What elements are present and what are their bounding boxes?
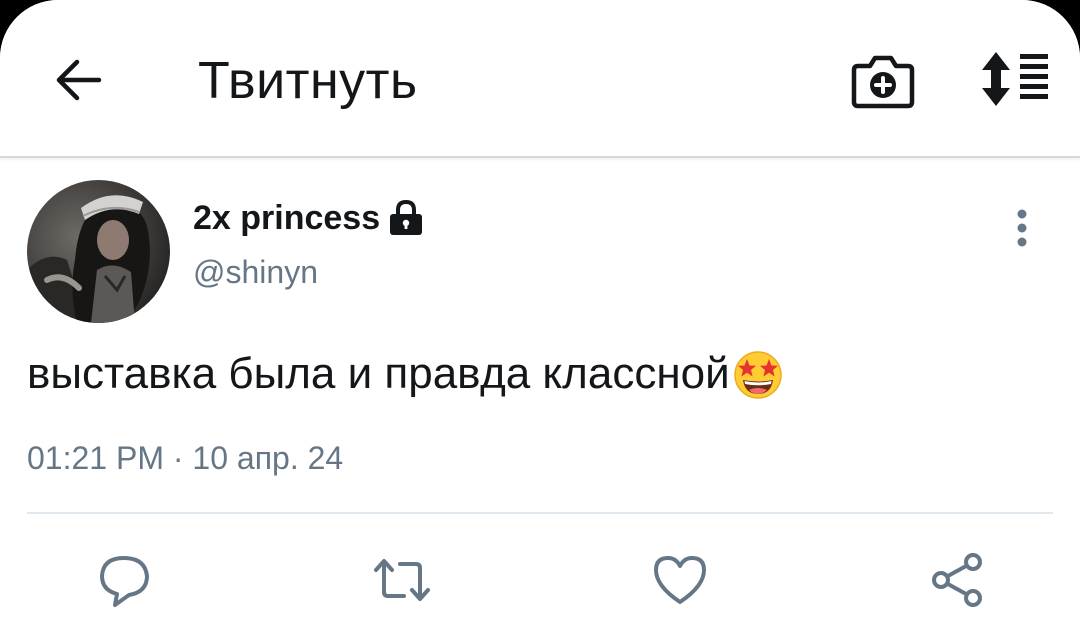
user-handle[interactable]: @shinyn [193,254,318,291]
camera-button[interactable] [850,50,916,112]
share-icon [932,553,982,607]
tweet-time: 01:21 PM [27,440,164,476]
arrow-left-icon [56,59,102,101]
share-button[interactable] [930,552,986,608]
more-options-button[interactable] [1004,204,1040,252]
divider [27,512,1053,514]
app-header: Твитнуть [0,0,1080,158]
tweet-text-content: выставка была и правда классной [27,349,730,398]
like-button[interactable] [652,552,708,608]
sort-button[interactable] [976,50,1052,108]
tweet-date: 10 апр. 24 [192,440,344,476]
app-frame: Твитнуть 2x princess @shinyn выставка бы… [0,0,1080,640]
tweet-text: выставка была и правда классной [27,346,784,402]
avatar[interactable] [27,180,170,323]
retweet-icon [374,559,430,601]
timestamp-separator: · [163,440,193,476]
display-name[interactable]: 2x princess [193,199,380,238]
display-name-row: 2x princess [193,196,424,240]
more-vertical-icon [1017,209,1027,247]
heart-icon [654,556,706,604]
comment-icon [100,556,149,607]
retweet-button[interactable] [372,552,430,608]
avatar-photo [27,180,170,323]
sort-list-icon [982,52,1048,106]
tweet-timestamp[interactable]: 01:21 PM · 10 апр. 24 [27,440,343,477]
page-title: Твитнуть [198,52,418,110]
back-button[interactable] [46,48,110,112]
reply-button[interactable] [97,552,153,608]
camera-plus-icon [851,55,915,109]
star-struck-emoji [733,351,782,399]
lock-icon [390,199,423,235]
